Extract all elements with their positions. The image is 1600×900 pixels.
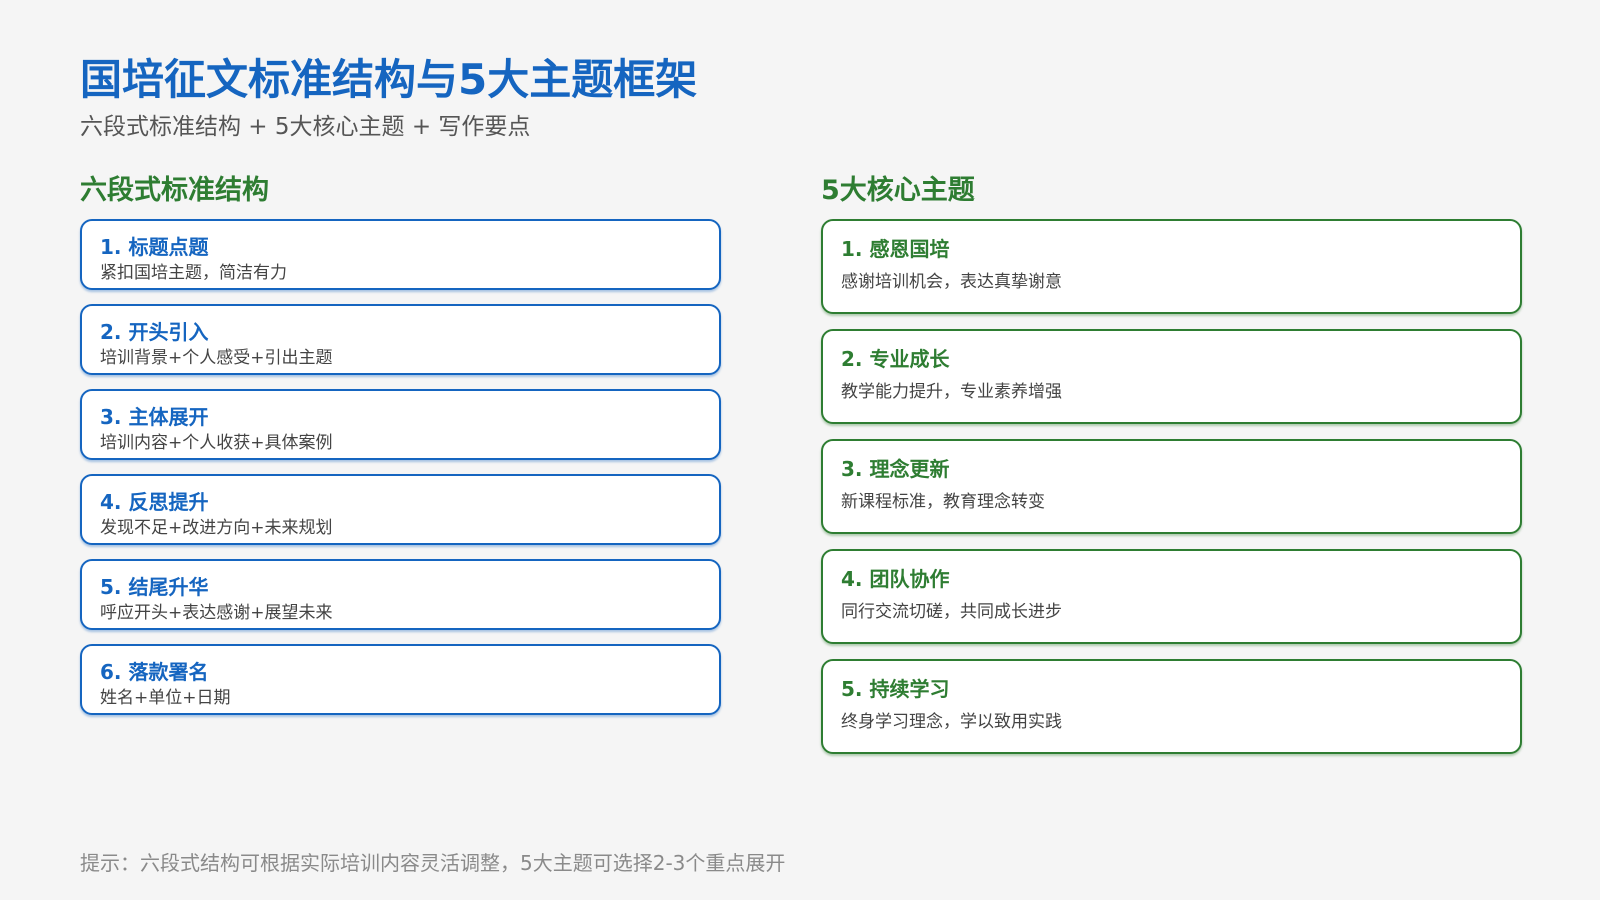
theme-card-desc: 同行交流切磋，共同成长进步 xyxy=(841,602,1062,622)
theme-card-desc: 教学能力提升，专业素养增强 xyxy=(841,382,1062,402)
structure-card-title: 1. 标题点题 xyxy=(100,235,209,259)
structure-card-desc: 紧扣国培主题，简洁有力 xyxy=(100,263,287,283)
theme-card: 1. 感恩国培 感谢培训机会，表达真挚谢意 xyxy=(821,219,1522,314)
structure-card-desc: 培训背景+个人感受+引出主题 xyxy=(100,348,333,368)
structure-card: 4. 反思提升 发现不足+改进方向+未来规划 xyxy=(80,474,721,545)
theme-card-desc: 感谢培训机会，表达真挚谢意 xyxy=(841,272,1062,292)
theme-card: 4. 团队协作 同行交流切磋，共同成长进步 xyxy=(821,549,1522,644)
structure-card: 5. 结尾升华 呼应开头+表达感谢+展望未来 xyxy=(80,559,721,630)
structure-card-desc: 培训内容+个人收获+具体案例 xyxy=(100,433,333,453)
structure-card-title: 2. 开头引入 xyxy=(100,320,209,344)
theme-card-title: 1. 感恩国培 xyxy=(841,237,950,261)
structure-card: 2. 开头引入 培训背景+个人感受+引出主题 xyxy=(80,304,721,375)
theme-card: 3. 理念更新 新课程标准，教育理念转变 xyxy=(821,439,1522,534)
page-subtitle: 六段式标准结构 + 5大核心主题 + 写作要点 xyxy=(80,114,531,140)
theme-card-title: 3. 理念更新 xyxy=(841,457,950,481)
structure-card-desc: 呼应开头+表达感谢+展望未来 xyxy=(100,603,333,623)
structure-card-title: 3. 主体展开 xyxy=(100,405,209,429)
theme-card-title: 4. 团队协作 xyxy=(841,567,950,591)
theme-card-desc: 终身学习理念，学以致用实践 xyxy=(841,712,1062,732)
page-title: 国培征文标准结构与5大主题框架 xyxy=(80,55,698,104)
theme-card-title: 5. 持续学习 xyxy=(841,677,950,701)
theme-card-desc: 新课程标准，教育理念转变 xyxy=(841,492,1045,512)
theme-card-title: 2. 专业成长 xyxy=(841,347,950,371)
structure-card-title: 4. 反思提升 xyxy=(100,490,209,514)
structure-card: 1. 标题点题 紧扣国培主题，简洁有力 xyxy=(80,219,721,290)
structure-card: 6. 落款署名 姓名+单位+日期 xyxy=(80,644,721,715)
theme-card: 5. 持续学习 终身学习理念，学以致用实践 xyxy=(821,659,1522,754)
structure-card: 3. 主体展开 培训内容+个人收获+具体案例 xyxy=(80,389,721,460)
structure-card-title: 5. 结尾升华 xyxy=(100,575,209,599)
themes-heading: 5大核心主题 xyxy=(821,175,975,206)
footer-tip: 提示：六段式结构可根据实际培训内容灵活调整，5大主题可选择2-3个重点展开 xyxy=(80,851,786,875)
structure-card-desc: 姓名+单位+日期 xyxy=(100,688,231,708)
structure-heading: 六段式标准结构 xyxy=(80,175,269,206)
theme-card: 2. 专业成长 教学能力提升，专业素养增强 xyxy=(821,329,1522,424)
structure-card-title: 6. 落款署名 xyxy=(100,660,209,684)
structure-card-desc: 发现不足+改进方向+未来规划 xyxy=(100,518,333,538)
